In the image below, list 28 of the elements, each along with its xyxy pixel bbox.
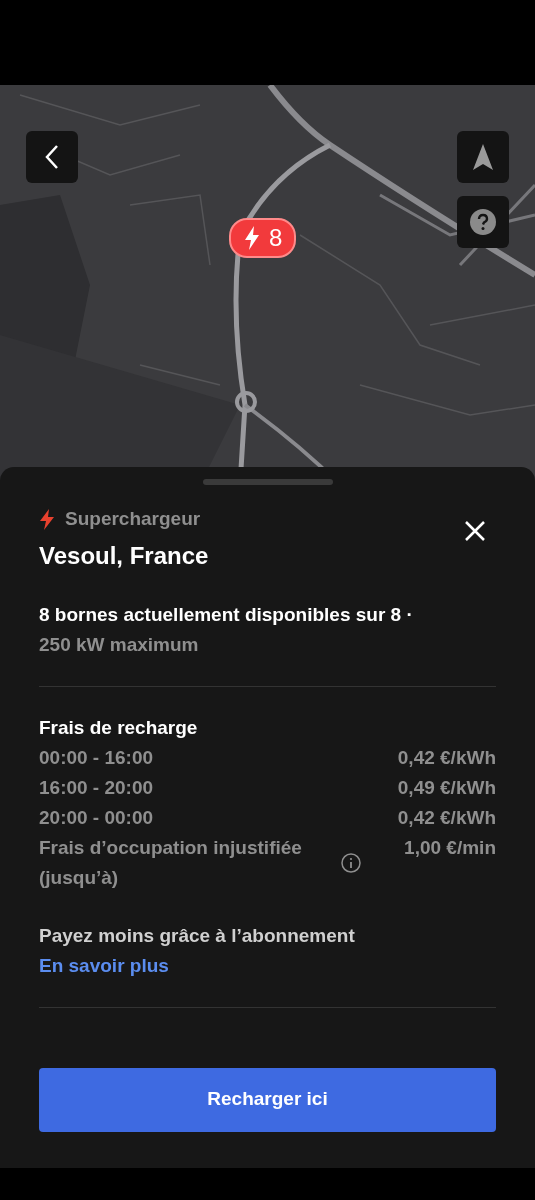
learn-more-link[interactable]: En savoir plus [39, 950, 169, 981]
fee-price: 0,42 €/kWh [397, 745, 496, 770]
close-button[interactable] [464, 519, 488, 543]
power-text: 250 kW maximum [39, 632, 200, 657]
recharge-button[interactable]: Recharger ici [39, 1067, 496, 1132]
charger-marker[interactable]: 8 [229, 218, 297, 258]
drag-handle[interactable] [202, 479, 333, 485]
fee-period: 20:00 - 00:00 [39, 805, 154, 830]
fees-heading: Frais de recharge [39, 715, 199, 740]
fee-price: 0,49 €/kWh [397, 775, 496, 800]
fee-period: Frais d’occupation injustifiée (jusqu’à) [39, 835, 303, 890]
navigation-arrow-icon [472, 143, 494, 171]
info-icon[interactable] [341, 852, 361, 873]
chevron-left-icon [44, 144, 60, 170]
fee-period: 16:00 - 20:00 [39, 775, 154, 800]
subscription-text: Payez moins grâce à l’abonnement [39, 923, 356, 948]
fee-price: 0,42 €/kWh [397, 805, 496, 830]
lightning-icon [243, 225, 261, 251]
location-title: Vesoul, France [39, 540, 209, 571]
back-button[interactable] [26, 131, 78, 183]
availability-text: 8 bornes actuellement disponibles sur 8 · [39, 602, 414, 627]
navigation-arrow-button[interactable] [457, 131, 509, 183]
help-icon [469, 208, 497, 236]
category-label: Superchargeur [65, 507, 201, 531]
help-button[interactable] [457, 196, 509, 248]
lightning-icon [39, 508, 55, 530]
fee-period: 00:00 - 16:00 [39, 745, 154, 770]
fee-price: 1,00 €/min [404, 835, 496, 860]
